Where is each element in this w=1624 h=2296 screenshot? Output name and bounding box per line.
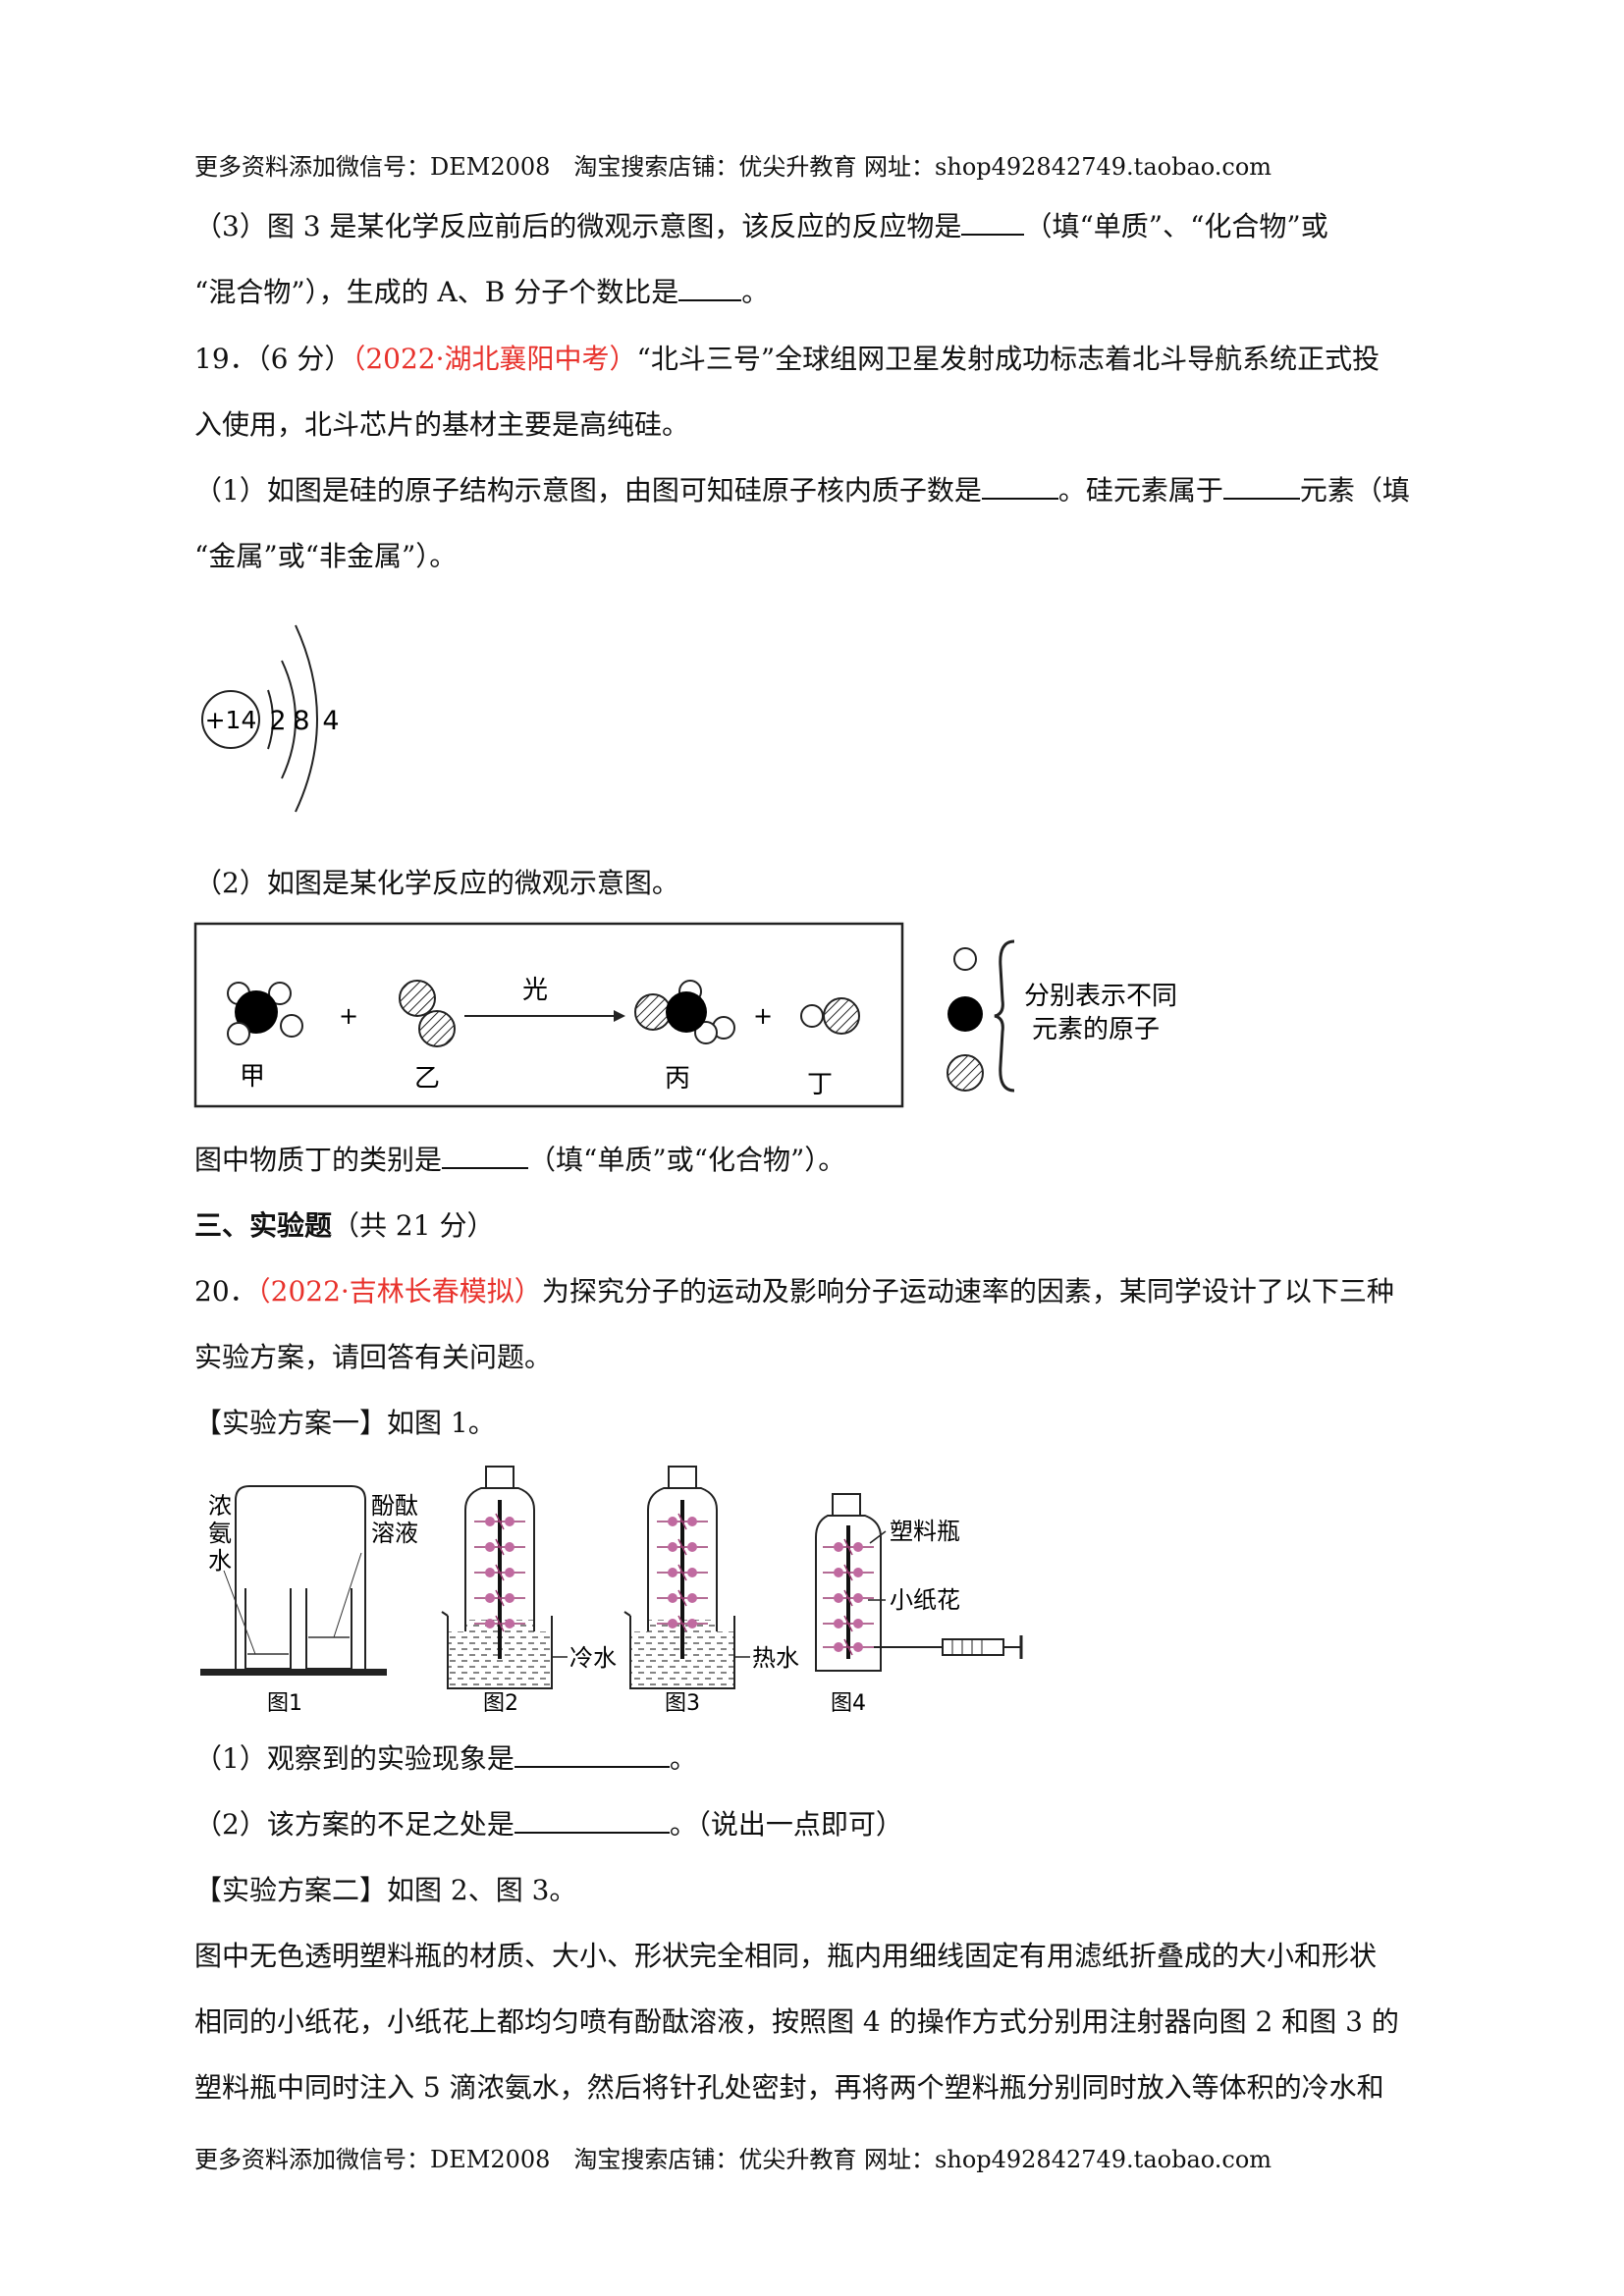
q20-part1-text-b: 。 <box>669 1742 697 1775</box>
molecule-ding <box>800 997 860 1035</box>
q20-part1-line: （1）观察到的实验现象是 。 <box>194 1739 697 1779</box>
q19-part1-text-b: 。硅元素属于 <box>1057 474 1223 507</box>
arrow-condition: 光 <box>522 976 548 1005</box>
legend-text-2: 元素的原子 <box>1032 1015 1160 1044</box>
q18-3-text-d: 。 <box>741 276 770 308</box>
q18-3-line1: （3）图 3 是某化学反应前后的微观示意图，该反应的反应物是 （填“单质”、“化合… <box>194 207 1328 246</box>
answer-blank[interactable] <box>1222 472 1300 500</box>
legend-text-1: 分别表示不同 <box>1024 982 1177 1011</box>
answer-blank[interactable] <box>981 472 1058 500</box>
q18-3-text-b: （填“单质”、“化合物”或 <box>1024 210 1328 242</box>
q19-part1-line1: （1）如图是硅的原子结构示意图，由图可知硅原子核内质子数是 。硅元素属于 元素（填 <box>194 471 1410 510</box>
experiment-figure: 浓 氨 水 酚酞 溶液 图1 冷水 图2 热水 图3 塑料瓶 小纸花 图4 <box>200 1466 1023 1716</box>
silicon-atom-diagram: +14 2 8 4 <box>201 624 340 813</box>
q19-number: 19．（6 分） <box>194 343 352 375</box>
q20-text: 为探究分子的运动及影响分子运动速率的因素，某同学设计了以下三种 <box>541 1275 1394 1308</box>
legend-brace <box>994 939 1015 1093</box>
fig1-label-ammonia-1: 浓 <box>208 1492 232 1520</box>
molecule-bing <box>634 980 735 1044</box>
answer-blank[interactable] <box>678 274 742 301</box>
fig2-apparatus <box>441 1466 568 1689</box>
q20-plan1: 【实验方案一】如图 1。 <box>194 1407 496 1439</box>
fig2-caption: 图2 <box>483 1691 518 1716</box>
q19-text: “北斗三号”全球组网卫星发射成功标志着北斗导航系统正式投 <box>636 343 1380 375</box>
fig1-caption: 图1 <box>267 1691 302 1716</box>
q20-desc-line3: 塑料瓶中同时注入 5 滴浓氨水，然后将针孔处密封，再将两个塑料瓶分别同时放入等体… <box>194 2071 1384 2104</box>
answer-blank[interactable] <box>442 1142 529 1169</box>
plus-sign: + <box>753 1002 773 1030</box>
q19-part3-text-a: 图中物质丁的类别是 <box>194 1144 443 1176</box>
fig4-label-bottle: 塑料瓶 <box>890 1518 960 1545</box>
shell-electrons-2: 8 <box>293 706 309 736</box>
q19-line1: 19．（6 分）（2022·湖北襄阳中考）“北斗三号”全球组网卫星发射成功标志着… <box>194 340 1380 379</box>
q20-plan2: 【实验方案二】如图 2、图 3。 <box>194 1874 577 1906</box>
q20-line1: 20．（2022·吉林长春模拟）为探究分子的运动及影响分子运动速率的因素，某同学… <box>194 1272 1394 1311</box>
q20-desc-line1: 图中无色透明塑料瓶的材质、大小、形状完全相同，瓶内用细线固定有用滤纸折叠成的大小… <box>194 1940 1378 1972</box>
section3-title: 三、实验题 <box>194 1209 333 1242</box>
q20-part2-text-a: （2）该方案的不足之处是 <box>194 1808 514 1841</box>
q18-3-text-c: “混合物”），生成的 A、B 分子个数比是 <box>194 276 679 308</box>
q19-part1-text-a: （1）如图是硅的原子结构示意图，由图可知硅原子核内质子数是 <box>194 474 982 507</box>
q20-number: 20． <box>194 1275 257 1308</box>
page-header: 更多资料添加微信号：DEM2008 淘宝搜索店铺：优尖升教育 网址：shop49… <box>194 153 1272 181</box>
section3-note: （共 21 分） <box>332 1209 495 1242</box>
fig1-label-ammonia-3: 水 <box>208 1547 232 1575</box>
q19-line2: 入使用，北斗芯片的基材主要是高纯硅。 <box>194 408 690 441</box>
shell-electrons-1: 2 <box>269 706 286 736</box>
reaction-micro-diagram: 甲 + 乙 光 丙 + 丁 分别表示不同 元素的原子 <box>193 922 1177 1108</box>
fig4-label-flower: 小纸花 <box>890 1586 960 1614</box>
fig1-label-phenol-2: 溶液 <box>371 1520 418 1547</box>
fig2-label-cold: 冷水 <box>569 1644 617 1672</box>
q20-part2-text-b: 。（说出一点即可） <box>669 1808 903 1841</box>
fig3-label-hot: 热水 <box>752 1644 799 1672</box>
nucleus-charge: +14 <box>205 706 257 734</box>
label-bing: 丙 <box>665 1064 690 1094</box>
answer-blank[interactable] <box>514 1806 670 1834</box>
q20-line2: 实验方案，请回答有关问题。 <box>194 1341 553 1373</box>
plus-sign: + <box>339 1002 358 1030</box>
q19-part3-text-b: （填“单质”或“化合物”）。 <box>528 1144 846 1176</box>
shell-electrons-3: 4 <box>322 706 339 736</box>
answer-blank[interactable] <box>514 1740 670 1768</box>
label-yi: 乙 <box>414 1064 440 1094</box>
molecule-jia <box>227 982 303 1045</box>
page-footer: 更多资料添加微信号：DEM2008 淘宝搜索店铺：优尖升教育 网址：shop49… <box>194 2146 1272 2173</box>
molecule-yi <box>399 980 456 1047</box>
q19-part2-text: （2）如图是某化学反应的微观示意图。 <box>194 867 679 899</box>
fig3-apparatus <box>623 1466 750 1689</box>
q20-source: （2022·吉林长春模拟） <box>256 1275 542 1308</box>
legend-white-atom <box>953 947 977 971</box>
q19-part3-line: 图中物质丁的类别是 （填“单质”或“化合物”）。 <box>194 1141 845 1180</box>
section3-heading: 三、实验题（共 21 分） <box>194 1206 494 1246</box>
legend-hatched-atom <box>947 1054 984 1092</box>
q19-source: （2022·湖北襄阳中考） <box>352 343 637 375</box>
q20-part2-line: （2）该方案的不足之处是 。（说出一点即可） <box>194 1805 903 1844</box>
q18-3-line2: “混合物”），生成的 A、B 分子个数比是 。 <box>194 273 769 312</box>
q19-part1-line2: “金属”或“非金属”）。 <box>194 540 458 572</box>
q20-desc-line2: 相同的小纸花，小纸花上都均匀喷有酚酞溶液，按照图 4 的操作方式分别用注射器向图… <box>194 2005 1399 2038</box>
q20-part1-text-a: （1）观察到的实验现象是 <box>194 1742 514 1775</box>
q19-part1-text-c: 元素（填 <box>1299 474 1410 507</box>
fig1-label-ammonia-2: 氨 <box>208 1520 232 1547</box>
fig3-caption: 图3 <box>665 1691 700 1716</box>
label-ding: 丁 <box>807 1070 833 1099</box>
q18-3-text-a: （3）图 3 是某化学反应前后的微观示意图，该反应的反应物是 <box>194 210 962 242</box>
fig1-label-phenol-1: 酚酞 <box>371 1492 418 1520</box>
fig4-caption: 图4 <box>831 1691 866 1716</box>
arrow-head <box>614 1010 625 1022</box>
answer-blank[interactable] <box>961 208 1025 236</box>
legend-black-atom <box>947 996 983 1032</box>
label-jia: 甲 <box>240 1062 265 1092</box>
